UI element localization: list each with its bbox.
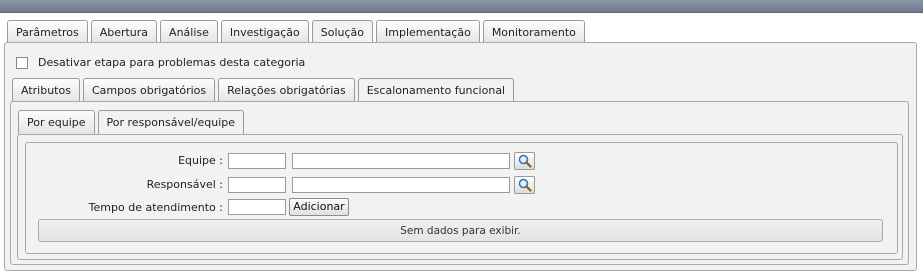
- tab-relacoes-obrigatorias[interactable]: Relações obrigatórias: [218, 78, 355, 102]
- team-code-input[interactable]: [228, 153, 286, 169]
- tab-escalonamento-funcional[interactable]: Escalonamento funcional: [357, 78, 515, 103]
- magnifier-icon: [518, 178, 532, 192]
- team-label: Equipe :: [178, 154, 223, 167]
- disable-step-label: Desativar etapa para problemas desta cat…: [38, 56, 306, 69]
- responsible-name-input[interactable]: [292, 177, 510, 193]
- tab-analise[interactable]: Análise: [160, 20, 218, 44]
- tab-abertura[interactable]: Abertura: [90, 20, 158, 44]
- tab-investigacao[interactable]: Investigação: [220, 20, 309, 44]
- sub-tab-bar: Atributos Campos obrigatórios Relações o…: [12, 78, 517, 103]
- team-lookup-button[interactable]: [514, 152, 535, 170]
- magnifier-icon: [518, 154, 532, 168]
- tab-campos-obrigatorios[interactable]: Campos obrigatórios: [82, 78, 216, 102]
- service-time-input[interactable]: [228, 199, 286, 215]
- responsible-code-input[interactable]: [228, 177, 286, 193]
- tab-por-responsavel-equipe[interactable]: Por responsável/equipe: [97, 110, 245, 135]
- responsible-lookup-button[interactable]: [514, 176, 535, 194]
- tab-monitoramento[interactable]: Monitoramento: [482, 20, 585, 44]
- tab-parametros[interactable]: Parâmetros: [7, 20, 88, 44]
- team-name-input[interactable]: [292, 153, 510, 169]
- tab-implementacao[interactable]: Implementação: [376, 20, 480, 44]
- tab-por-equipe[interactable]: Por equipe: [18, 110, 95, 134]
- disable-step-checkbox[interactable]: [16, 56, 28, 69]
- window-top-bar: [0, 0, 923, 13]
- empty-grid-message: Sem dados para exibir.: [38, 219, 883, 242]
- inner-tab-bar: Por equipe Por responsável/equipe: [18, 110, 247, 135]
- add-button[interactable]: Adicionar: [289, 198, 349, 216]
- responsible-label: Responsável :: [146, 178, 223, 191]
- tab-solucao[interactable]: Solução: [311, 20, 374, 44]
- tab-atributos[interactable]: Atributos: [12, 78, 80, 102]
- service-time-label: Tempo de atendimento :: [88, 201, 223, 214]
- disable-step-row: Desativar etapa para problemas desta cat…: [16, 56, 305, 69]
- main-tab-bar: Parâmetros Abertura Análise Investigação…: [7, 20, 588, 44]
